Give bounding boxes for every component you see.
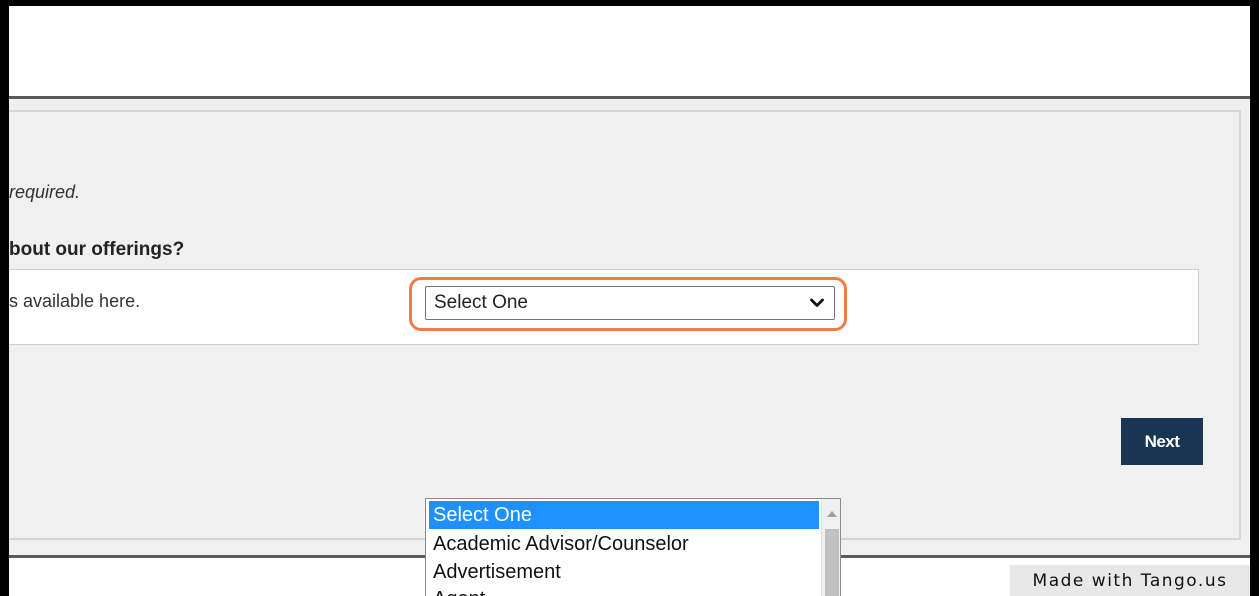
dropdown-option-advertisement[interactable]: Advertisement [429, 558, 819, 586]
question-heading: bout our offerings? [9, 239, 185, 260]
select-dropdown-list: Select One Academic Advisor/Counselor Ad… [425, 498, 841, 596]
dropdown-option-academic-advisor[interactable]: Academic Advisor/Counselor [429, 530, 819, 558]
dropdown-option-select-one[interactable]: Select One [429, 501, 819, 529]
form-panel-inner: required. bout our offerings? s availabl… [9, 110, 1241, 540]
scroll-up-arrow-icon[interactable] [822, 499, 840, 529]
question-field-row: s available here. Select One [9, 269, 1199, 345]
window-frame-right [1250, 0, 1259, 596]
form-panel: required. bout our offerings? s availabl… [9, 96, 1250, 558]
next-button[interactable]: Next [1121, 418, 1203, 465]
scroll-thumb[interactable] [825, 529, 839, 596]
dropdown-scrollbar[interactable] [821, 499, 840, 596]
select-value: Select One [434, 292, 528, 313]
page-header-area [9, 6, 1250, 96]
required-note: required. [9, 182, 81, 202]
dropdown-option-agent[interactable]: Agent [429, 585, 819, 596]
window-frame-left [0, 0, 9, 596]
chevron-down-icon [810, 298, 824, 308]
source-select[interactable]: Select One [425, 286, 835, 320]
field-label: s available here. [9, 291, 141, 311]
tango-watermark: Made with Tango.us [1010, 565, 1250, 596]
